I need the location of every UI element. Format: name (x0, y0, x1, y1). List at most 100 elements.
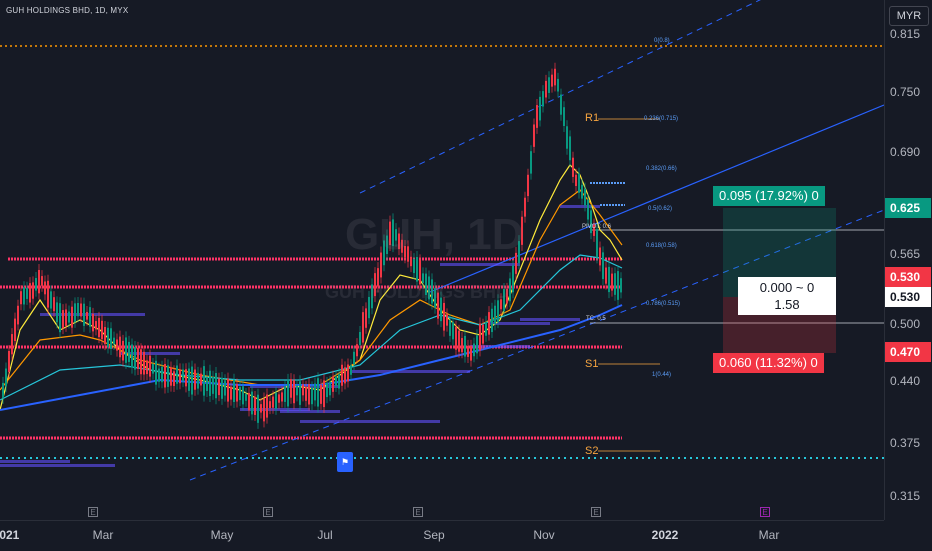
candle-body (155, 360, 157, 385)
price-chart[interactable] (0, 0, 884, 520)
volume-profile-bar (440, 263, 520, 266)
candle-body (203, 366, 205, 396)
candle-body (2, 382, 4, 398)
target-label[interactable]: 0.095 (17.92%) 0 (713, 186, 825, 206)
candle-body (359, 332, 361, 345)
candle-body (539, 96, 541, 121)
candle-body (176, 365, 178, 384)
candle-body (560, 94, 562, 115)
candle-body (494, 305, 496, 325)
candle-body (65, 309, 67, 326)
candle-body (74, 303, 76, 322)
price-tick: 0.750 (890, 85, 921, 99)
s2-label: S2 (585, 445, 599, 457)
risk-reward-ratio[interactable]: 0.000 ~ 0 1.58 (738, 277, 836, 315)
earnings-marker[interactable]: E (263, 507, 273, 517)
candle-body (191, 366, 193, 395)
candle-body (158, 368, 160, 382)
candle-body (470, 345, 472, 361)
candle-body (311, 387, 313, 405)
candle-body (170, 367, 172, 386)
fib-label-3: 0.5(0.62) (648, 206, 673, 212)
candle-body (542, 91, 544, 107)
candle-body (341, 364, 343, 386)
candle-body (596, 229, 598, 258)
candle-body (179, 369, 181, 384)
candle-body (536, 105, 538, 128)
flag-icon[interactable]: ⚑ (337, 452, 353, 472)
candle-body (587, 199, 589, 220)
candle-body (35, 278, 37, 291)
candle-body (197, 372, 199, 389)
candle-body (128, 341, 130, 362)
candle-body (275, 392, 277, 409)
candle-body (224, 380, 226, 396)
fib-label-0: 0(0.8) (654, 38, 670, 44)
candle-body (365, 308, 367, 328)
candle-body (23, 287, 25, 305)
candle-body (140, 349, 142, 375)
candle-body (611, 273, 613, 291)
volume-profile-bar (350, 370, 470, 373)
candle-body (134, 346, 136, 370)
price-tag-entry: 0.530 (885, 287, 931, 307)
candle-body (497, 300, 499, 323)
candle-body (218, 378, 220, 396)
candle-body (527, 174, 529, 197)
price-tag-target: 0.625 (885, 198, 931, 218)
candle-body (272, 396, 274, 408)
candle-body (449, 320, 451, 336)
candle-body (17, 305, 19, 325)
price-tick: 0.315 (890, 489, 921, 503)
candle-body (239, 387, 241, 401)
candle-body (284, 386, 286, 402)
price-tag-current: 0.530 (885, 267, 931, 287)
time-label: Mar (92, 528, 114, 542)
candle-body (185, 369, 187, 387)
price-tick: 0.690 (890, 145, 921, 159)
rr-line-2: 1.58 (774, 297, 800, 312)
candle-body (71, 306, 73, 328)
candle-body (302, 384, 304, 396)
candle-body (488, 312, 490, 335)
earnings-marker-upcoming[interactable]: E (760, 507, 770, 517)
candle-body (182, 369, 184, 382)
candle-body (266, 394, 268, 418)
candle-body (254, 396, 256, 415)
candle-body (248, 392, 250, 411)
candle-body (305, 386, 307, 401)
candle-body (20, 291, 22, 305)
candle-body (320, 384, 322, 404)
volume-profile-bar (280, 410, 340, 413)
time-label: Nov (533, 528, 555, 542)
candle-body (119, 336, 121, 358)
volume-profile-bar (0, 460, 70, 463)
candle-body (44, 281, 46, 295)
candle-body (599, 247, 601, 266)
candle-body (188, 368, 190, 391)
earnings-marker[interactable]: E (88, 507, 98, 517)
stop-label[interactable]: 0.060 (11.32%) 0 (713, 353, 824, 373)
price-tick: 0.500 (890, 317, 921, 331)
earnings-marker[interactable]: E (591, 507, 601, 517)
candle-body (38, 270, 40, 294)
candle-body (605, 267, 607, 284)
candle-body (335, 376, 337, 387)
earnings-marker[interactable]: E (413, 507, 423, 517)
candle-body (476, 335, 478, 354)
candle-body (578, 173, 580, 193)
time-label: Sep (423, 528, 445, 542)
candle-body (362, 312, 364, 343)
currency-button[interactable]: MYR (889, 6, 929, 26)
candle-body (101, 320, 103, 340)
candle-body (290, 379, 292, 398)
candle-body (620, 278, 622, 293)
candle-body (491, 308, 493, 333)
candle-body (323, 380, 325, 408)
candle-body (413, 259, 415, 274)
fib-label-6: 1(0.44) (652, 372, 672, 378)
candle-body (269, 401, 271, 409)
candle-body (602, 252, 604, 280)
candle-body (251, 391, 253, 415)
candle-body (557, 78, 559, 92)
